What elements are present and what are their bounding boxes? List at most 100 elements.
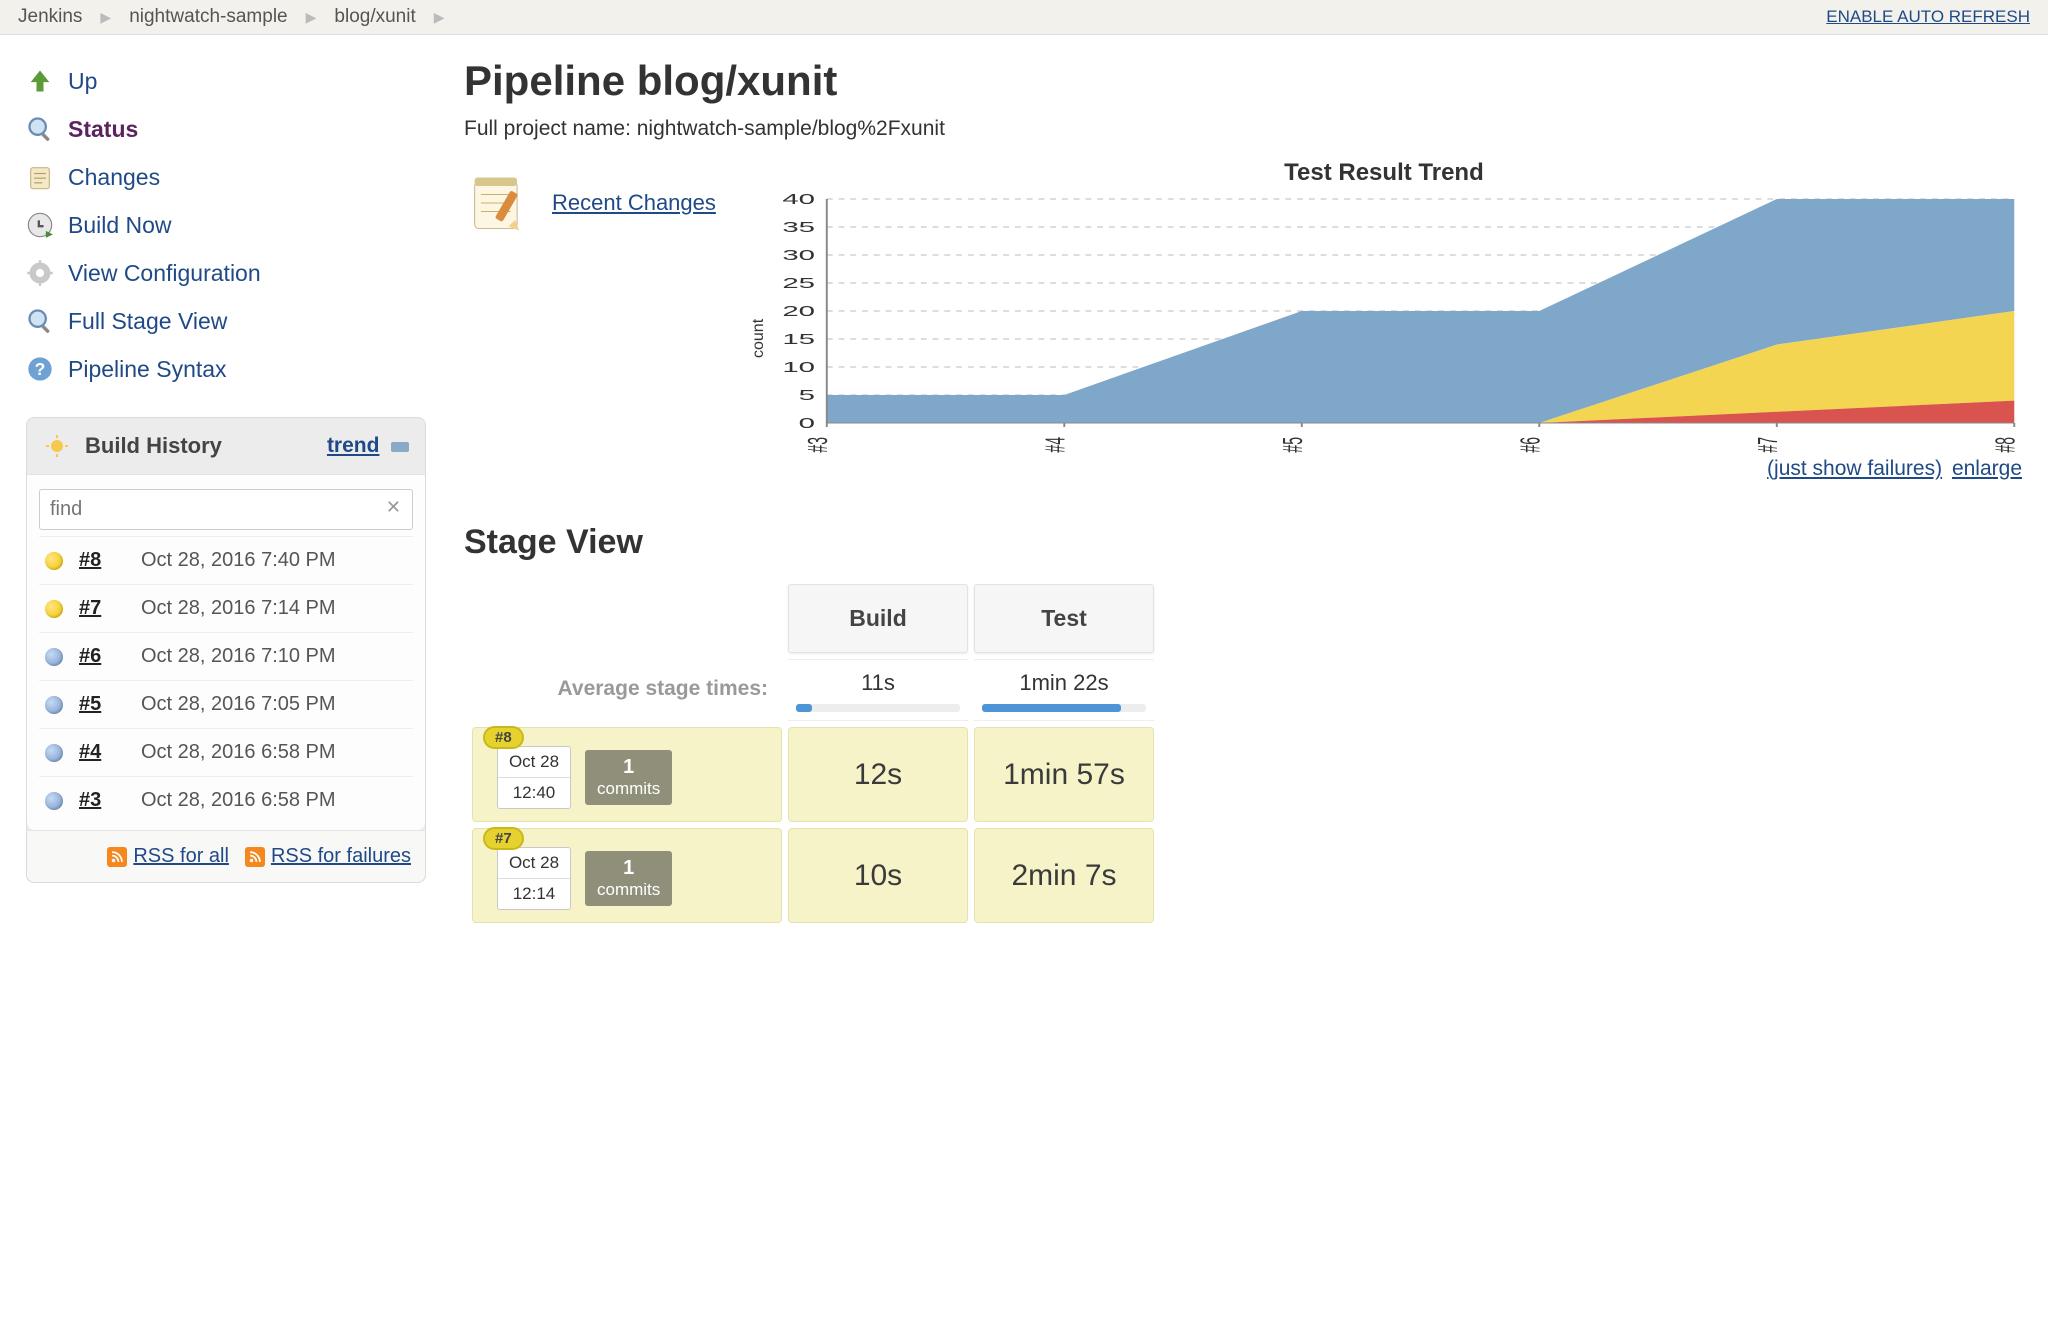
build-list-item[interactable]: #7 Oct 28, 2016 7:14 PM — [39, 584, 413, 632]
sidebar-item-pipeline-syntax[interactable]: ? Pipeline Syntax — [26, 345, 426, 393]
svg-text:10: 10 — [782, 359, 815, 376]
svg-text:#3: #3 — [801, 437, 832, 453]
show-failures-link[interactable]: (just show failures) — [1767, 457, 1942, 480]
sidebar-item-view-configuration[interactable]: View Configuration — [26, 249, 426, 297]
status-ball-icon — [45, 648, 63, 666]
build-history-search-input[interactable] — [39, 489, 413, 530]
sidebar-item-label: Status — [68, 116, 138, 143]
chart-y-axis-label: count — [746, 193, 768, 453]
svg-text:#8: #8 — [1989, 437, 2020, 453]
svg-text:20: 20 — [782, 303, 815, 320]
build-list-item[interactable]: #4 Oct 28, 2016 6:58 PM — [39, 728, 413, 776]
stage-grid-spacer — [472, 584, 782, 653]
clear-icon[interactable]: ✕ — [386, 497, 401, 518]
sidebar-nav: Up Status Changes Build Now — [26, 57, 426, 393]
chart-canvas[interactable]: 0510152025303540#3#4#5#6#7#8 — [768, 193, 2022, 453]
sidebar-item-full-stage-view[interactable]: Full Stage View — [26, 297, 426, 345]
rss-all-label: RSS for all — [133, 845, 229, 868]
build-list: #8 Oct 28, 2016 7:40 PM #7 Oct 28, 2016 7:1… — [39, 536, 413, 824]
build-date: Oct 28, 2016 6:58 PM — [141, 789, 336, 812]
breadcrumb: Jenkins ▶ nightwatch-sample ▶ blog/xunit… — [18, 6, 445, 28]
clock-play-icon — [26, 211, 54, 239]
average-stage-times-label: Average stage times: — [472, 659, 782, 721]
sidebar-item-build-now[interactable]: Build Now — [26, 201, 426, 249]
breadcrumb-item[interactable]: blog/xunit — [334, 6, 415, 28]
build-date: Oct 28, 2016 7:10 PM — [141, 645, 336, 668]
build-number[interactable]: #7 — [79, 597, 125, 620]
sidebar-item-up[interactable]: Up — [26, 57, 426, 105]
stage-run-label[interactable]: #7Oct 2812:141commits — [472, 828, 782, 923]
average-stage-time-cell: 1min 22s — [974, 659, 1154, 721]
search-icon — [26, 307, 54, 335]
build-number[interactable]: #3 — [79, 789, 125, 812]
run-date: Oct 2812:40 — [497, 746, 571, 809]
stage-run-cell[interactable]: 1min 57s — [974, 727, 1154, 822]
breadcrumb-item[interactable]: nightwatch-sample — [129, 6, 287, 28]
status-ball-icon — [45, 600, 63, 618]
build-number[interactable]: #6 — [79, 645, 125, 668]
average-stage-time-cell: 11s — [788, 659, 968, 721]
sidebar-item-changes[interactable]: Changes — [26, 153, 426, 201]
svg-text:5: 5 — [799, 387, 815, 404]
build-history-trend-link[interactable]: trend — [327, 434, 380, 457]
stage-run-cell[interactable]: 2min 7s — [974, 828, 1154, 923]
stage-run-label[interactable]: #8Oct 2812:40 1commits — [472, 727, 782, 822]
gear-icon — [26, 259, 54, 287]
recent-changes-link[interactable]: Recent Changes — [552, 190, 716, 216]
build-date: Oct 28, 2016 7:05 PM — [141, 693, 336, 716]
status-ball-icon — [45, 696, 63, 714]
chevron-right-icon: ▶ — [306, 9, 317, 26]
svg-text:#5: #5 — [1276, 437, 1307, 453]
build-list-item[interactable]: #3 Oct 28, 2016 6:58 PM — [39, 776, 413, 824]
rss-failures-label: RSS for failures — [271, 845, 411, 868]
svg-text:#4: #4 — [1039, 437, 1070, 453]
sidebar-item-label: Full Stage View — [68, 308, 227, 335]
build-number[interactable]: #4 — [79, 741, 125, 764]
sidebar-item-label: Pipeline Syntax — [68, 356, 227, 383]
svg-text:25: 25 — [782, 275, 815, 292]
enlarge-chart-link[interactable]: enlarge — [1952, 457, 2022, 480]
status-ball-icon — [45, 552, 63, 570]
status-ball-icon — [45, 792, 63, 810]
build-list-item[interactable]: #5 Oct 28, 2016 7:05 PM — [39, 680, 413, 728]
svg-text:15: 15 — [782, 331, 815, 348]
build-number[interactable]: #8 — [79, 549, 125, 572]
rss-icon — [245, 847, 265, 867]
build-date: Oct 28, 2016 7:14 PM — [141, 597, 336, 620]
sun-icon — [43, 432, 71, 460]
collapse-icon[interactable] — [391, 442, 409, 452]
build-number[interactable]: #5 — [79, 693, 125, 716]
chevron-right-icon: ▶ — [100, 9, 111, 26]
run-date: Oct 2812:14 — [497, 847, 571, 910]
search-icon — [26, 115, 54, 143]
run-commits[interactable]: 1commits — [585, 851, 672, 906]
stage-run-cell[interactable]: 10s — [788, 828, 968, 923]
stage-run-cell[interactable]: 12s — [788, 727, 968, 822]
stage-column-header: Build — [788, 584, 968, 653]
build-date: Oct 28, 2016 7:40 PM — [141, 549, 336, 572]
notepad-icon — [26, 163, 54, 191]
build-list-item[interactable]: #6 Oct 28, 2016 7:10 PM — [39, 632, 413, 680]
up-arrow-icon — [26, 67, 54, 95]
build-date: Oct 28, 2016 6:58 PM — [141, 741, 336, 764]
main-content: Pipeline blog/xunit Full project name: n… — [464, 57, 2022, 923]
chevron-right-icon: ▶ — [434, 9, 445, 26]
rss-all-link[interactable]: RSS for all — [107, 845, 229, 868]
svg-text:40: 40 — [782, 193, 815, 207]
recent-changes-block: Recent Changes — [464, 159, 716, 237]
sidebar-item-label: View Configuration — [68, 260, 261, 287]
chart-title: Test Result Trend — [746, 159, 2022, 187]
svg-text:0: 0 — [799, 415, 815, 432]
sidebar-item-status[interactable]: Status — [26, 105, 426, 153]
build-list-item[interactable]: #8 Oct 28, 2016 7:40 PM — [39, 536, 413, 584]
page-title: Pipeline blog/xunit — [464, 57, 2022, 105]
svg-text:#7: #7 — [1751, 437, 1782, 453]
sidebar: Up Status Changes Build Now — [26, 57, 426, 923]
run-commits[interactable]: 1commits — [585, 750, 672, 805]
enable-auto-refresh-link[interactable]: ENABLE AUTO REFRESH — [1826, 7, 2030, 27]
run-badge: #8 — [483, 726, 524, 749]
rss-failures-link[interactable]: RSS for failures — [245, 845, 411, 868]
sidebar-item-label: Changes — [68, 164, 160, 191]
svg-text:#6: #6 — [1514, 437, 1545, 453]
breadcrumb-item[interactable]: Jenkins — [18, 6, 82, 28]
